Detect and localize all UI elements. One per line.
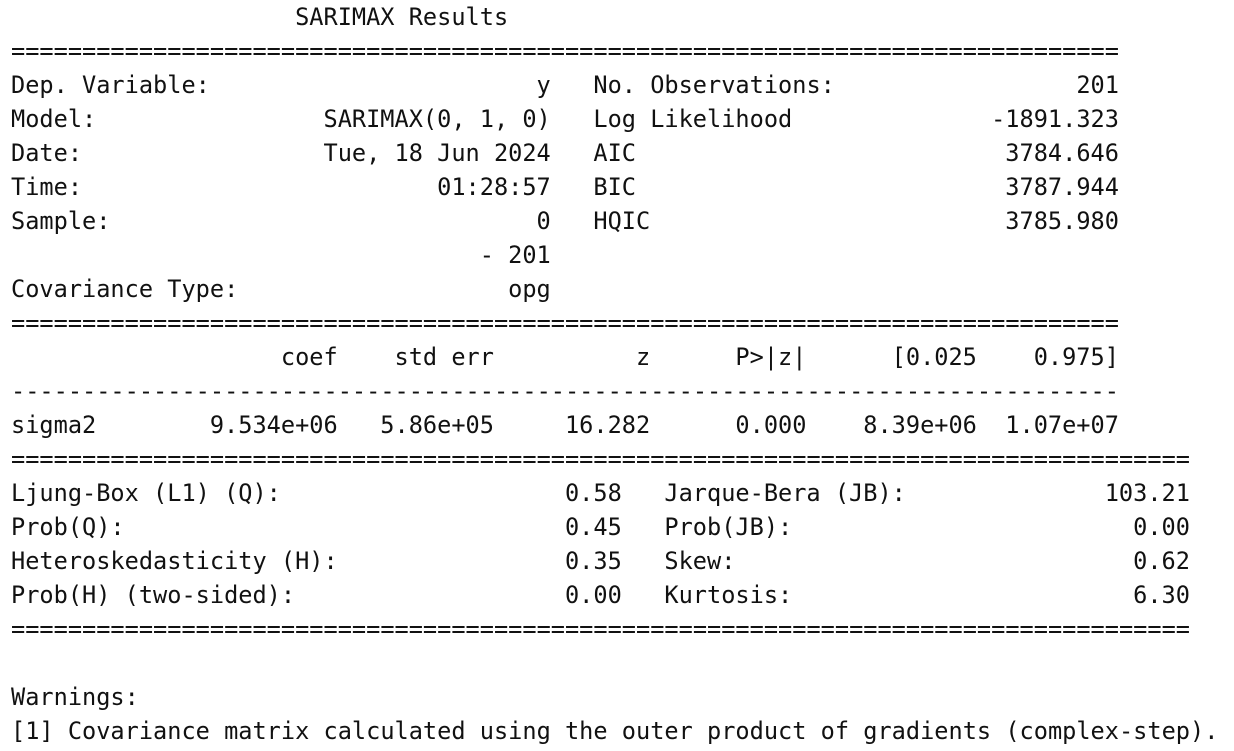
coef-row-label: sigma2: [11, 411, 97, 439]
model-info-row: Dep. Variable: y No. Observations: 201: [11, 68, 1218, 102]
stat-label: No. Observations:: [593, 71, 835, 99]
model-info-row: Covariance Type: opg: [11, 272, 1218, 306]
model-info-row: Model: SARIMAX(0, 1, 0) Log Likelihood -189…: [11, 102, 1218, 136]
diag-value: 0.45: [564, 513, 622, 541]
info-label: Time:: [11, 173, 83, 201]
info-value: 0: [536, 207, 551, 235]
summary-title: SARIMAX Results: [295, 3, 509, 31]
diagnostics-row: Heteroskedasticity (H): 0.35 Skew: 0.62: [11, 544, 1218, 578]
coef-header-row: coef std err z P>|z| [0.025 0.975]: [11, 340, 1218, 374]
double-rule: ========================================…: [11, 445, 1190, 473]
stat-label: HQIC: [593, 207, 651, 235]
diag-value: 0.35: [564, 547, 622, 575]
coef-cell: 0.000: [735, 411, 807, 439]
coef-header: P>|z|: [735, 343, 807, 371]
diag-value: 0.58: [564, 479, 622, 507]
diag-value: 0.00: [1133, 513, 1190, 541]
title-line: SARIMAX Results: [11, 0, 1218, 34]
double-rule: ========================================…: [11, 615, 1190, 643]
diagnostics-row: Prob(Q): 0.45 Prob(JB): 0.00: [11, 510, 1218, 544]
info-value: y: [536, 71, 551, 99]
info-value: Tue, 18 Jun 2024: [323, 139, 551, 167]
diag-label: Heteroskedasticity (H):: [11, 547, 338, 575]
diag-label: Prob(H) (two-sided):: [11, 581, 296, 609]
info-label: Date:: [11, 139, 83, 167]
coef-cell: 16.282: [564, 411, 651, 439]
coef-header: std err: [394, 343, 494, 371]
stat-value: 3787.944: [1005, 173, 1119, 201]
info-value: - 201: [479, 241, 551, 269]
coef-header: [0.025: [891, 343, 977, 371]
stat-value: 201: [1076, 71, 1119, 99]
warnings-heading: Warnings:: [11, 683, 139, 711]
diagnostics-row: Prob(H) (two-sided): 0.00 Kurtosis: 6.30: [11, 578, 1218, 612]
diag-value: 6.30: [1133, 581, 1190, 609]
model-info-row: - 201: [11, 238, 1218, 272]
diagnostics-row: Ljung-Box (L1) (Q): 0.58 Jarque-Bera (JB):…: [11, 476, 1218, 510]
coef-cell: 8.39e+06: [863, 411, 977, 439]
coef-header: 0.975]: [1033, 343, 1119, 371]
diag-label: Ljung-Box (L1) (Q):: [11, 479, 281, 507]
info-value: SARIMAX(0, 1, 0): [323, 105, 551, 133]
single-rule: ----------------------------------------…: [11, 377, 1119, 405]
diag-label: Jarque-Bera (JB):: [664, 479, 906, 507]
diag-label: Prob(Q):: [11, 513, 125, 541]
coef-row: sigma2 9.534e+06 5.86e+05 16.282 0.000 8.39e+…: [11, 408, 1218, 442]
stat-label: AIC: [593, 139, 636, 167]
info-label: Covariance Type:: [11, 275, 239, 303]
model-info-row: Time: 01:28:57 BIC 3787.944: [11, 170, 1218, 204]
double-rule: ========================================…: [11, 309, 1119, 337]
diag-label: Prob(JB):: [664, 513, 793, 541]
info-label: Model:: [11, 105, 97, 133]
stat-value: -1891.323: [991, 105, 1119, 133]
model-info-row: Date: Tue, 18 Jun 2024 AIC 3784.646: [11, 136, 1218, 170]
diag-value: 103.21: [1104, 479, 1190, 507]
model-info-row: Sample: 0 HQIC 3785.980: [11, 204, 1218, 238]
info-value: opg: [508, 275, 551, 303]
double-rule: ========================================…: [11, 37, 1119, 65]
coef-header: coef: [280, 343, 338, 371]
coef-cell: 1.07e+07: [1005, 411, 1119, 439]
coef-header: z: [635, 343, 651, 371]
stat-label: BIC: [593, 173, 636, 201]
coef-cell: 9.534e+06: [209, 411, 338, 439]
stat-value: 3784.646: [1005, 139, 1119, 167]
diag-value: 0.62: [1133, 547, 1190, 575]
diag-label: Kurtosis:: [664, 581, 793, 609]
warning-item: [1] Covariance matrix calculated using t…: [11, 717, 1219, 745]
stat-label: Log Likelihood: [593, 105, 793, 133]
info-label: Dep. Variable:: [11, 71, 210, 99]
info-value: 01:28:57: [437, 173, 551, 201]
diag-value: 0.00: [564, 581, 622, 609]
stat-value: 3785.980: [1005, 207, 1119, 235]
coef-cell: 5.86e+05: [380, 411, 494, 439]
diag-label: Skew:: [664, 547, 736, 575]
sarimax-results-summary: SARIMAX Results =========================…: [11, 0, 1218, 748]
info-label: Sample:: [11, 207, 111, 235]
